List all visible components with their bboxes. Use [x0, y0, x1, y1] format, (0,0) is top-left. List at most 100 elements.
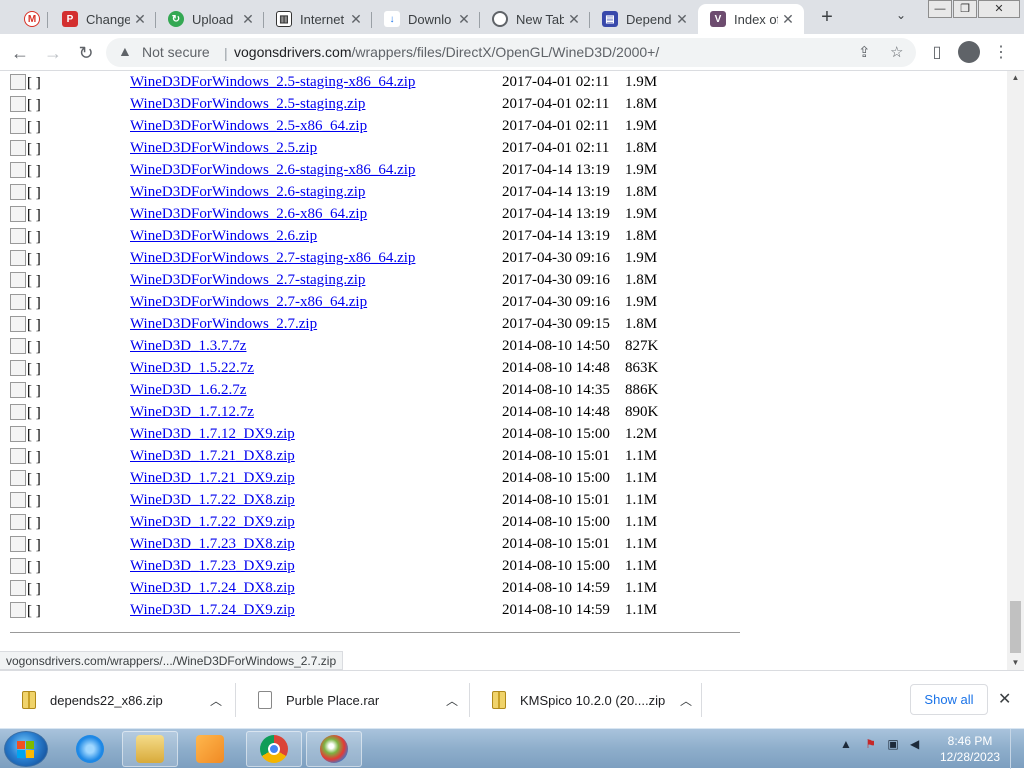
tab-upload[interactable]: ↻ Upload ✕	[156, 4, 264, 34]
close-tab-icon[interactable]: ✕	[238, 11, 258, 28]
broken-image-icon: [ ]	[10, 382, 41, 400]
internet-explorer-icon	[76, 735, 104, 763]
tab-title: Change	[86, 11, 130, 27]
file-link[interactable]: WineD3DForWindows_2.5-staging.zip	[130, 96, 365, 113]
download-item[interactable]: KMSpico 10.2.0 (20....zip ︿	[470, 671, 702, 729]
file-link[interactable]: WineD3D_1.7.24_DX8.zip	[130, 580, 295, 597]
bookmark-star-icon[interactable]: ☆	[890, 43, 903, 61]
file-link[interactable]: WineD3D_1.7.22_DX9.zip	[130, 514, 295, 531]
taskbar-file-explorer[interactable]	[122, 731, 178, 767]
forward-button[interactable]: →	[40, 40, 66, 66]
back-button[interactable]: ←	[7, 40, 33, 66]
close-tab-icon[interactable]: ✕	[346, 11, 366, 28]
url-path: /wrappers/files/DirectX/OpenGL/WineD3D/2…	[351, 44, 660, 60]
start-button[interactable]	[4, 731, 48, 767]
side-panel-icon[interactable]: ▯	[924, 40, 950, 66]
warning-icon[interactable]: ▲	[118, 43, 132, 59]
download-item[interactable]: depends22_x86.zip ︿	[0, 671, 236, 729]
file-link[interactable]: WineD3DForWindows_2.5-x86_64.zip	[130, 118, 367, 135]
tab-change[interactable]: P Change ✕	[50, 4, 156, 34]
minimize-button[interactable]: —	[928, 0, 952, 18]
close-tab-icon[interactable]: ✕	[454, 11, 474, 28]
tab-internet[interactable]: ▥ Internet ✕	[264, 4, 372, 34]
tab-gmail[interactable]: M	[12, 4, 48, 34]
file-link[interactable]: WineD3D_1.7.12.7z	[130, 404, 254, 421]
taskbar-media-player[interactable]	[182, 731, 238, 767]
file-link[interactable]: WineD3D_1.7.24_DX9.zip	[130, 602, 295, 619]
file-link[interactable]: WineD3DForWindows_2.5.zip	[130, 140, 317, 157]
security-label[interactable]: Not secure	[142, 44, 210, 60]
file-link[interactable]: WineD3DForWindows_2.5-staging-x86_64.zip	[130, 74, 415, 91]
new-tab-button[interactable]: +	[816, 6, 838, 28]
address-bar[interactable]: ▲ Not secure | vogonsdrivers.com/wrapper…	[106, 38, 916, 67]
file-link[interactable]: WineD3DForWindows_2.6-staging-x86_64.zip	[130, 162, 415, 179]
close-tab-icon[interactable]: ✕	[672, 11, 692, 28]
file-link[interactable]: WineD3D_1.7.21_DX9.zip	[130, 470, 295, 487]
tab-new-tab[interactable]: New Tab ✕	[480, 4, 590, 34]
url-text[interactable]: vogonsdrivers.com/wrappers/files/DirectX…	[234, 44, 659, 60]
taskbar-chrome[interactable]	[246, 731, 302, 767]
broken-image-alt-text: [ ]	[27, 559, 41, 575]
reload-button[interactable]: ↻	[73, 40, 99, 66]
menu-kebab-icon[interactable]: ⋮	[988, 40, 1014, 66]
file-link[interactable]: WineD3D_1.6.2.7z	[130, 382, 246, 399]
file-link[interactable]: WineD3D_1.7.23_DX9.zip	[130, 558, 295, 575]
file-row: [ ] WineD3DForWindows_2.7-staging-x86_64.…	[0, 248, 700, 270]
tab-downloads[interactable]: ↓ Downlo ✕	[372, 4, 480, 34]
scroll-down-icon[interactable]: ▼	[1007, 656, 1024, 670]
close-tab-icon[interactable]: ✕	[130, 11, 150, 28]
file-link[interactable]: WineD3D_1.7.21_DX8.zip	[130, 448, 295, 465]
clock[interactable]: 8:46 PM 12/28/2023	[940, 733, 1000, 765]
file-date: 2014-08-10 14:50	[502, 338, 610, 354]
download-item[interactable]: Purble Place.rar ︿	[236, 671, 470, 729]
broken-image-icon: [ ]	[10, 316, 41, 334]
close-window-button[interactable]: ✕	[978, 0, 1020, 18]
taskbar-paint[interactable]	[306, 731, 362, 767]
file-date: 2017-04-30 09:15	[502, 316, 610, 332]
tab-depends[interactable]: ▤ Depend ✕	[590, 4, 698, 34]
file-row: [ ] WineD3D_1.7.23_DX8.zip 2014-08-10 15:0…	[0, 534, 700, 556]
scrollbar-thumb[interactable]	[1010, 601, 1021, 653]
file-link[interactable]: WineD3DForWindows_2.6-x86_64.zip	[130, 206, 367, 223]
network-icon[interactable]: ▣	[887, 737, 898, 751]
file-link[interactable]: WineD3DForWindows_2.7-staging.zip	[130, 272, 365, 289]
file-row: [ ] WineD3D_1.5.22.7z 2014-08-10 14:48 863K	[0, 358, 700, 380]
file-link[interactable]: WineD3DForWindows_2.7.zip	[130, 316, 317, 333]
action-center-icon[interactable]: ⚑	[865, 737, 876, 751]
chevron-up-icon[interactable]: ︿	[446, 692, 458, 709]
scroll-up-icon[interactable]: ▲	[1007, 71, 1024, 85]
file-link[interactable]: WineD3DForWindows_2.6-staging.zip	[130, 184, 365, 201]
close-download-bar-icon[interactable]: ✕	[998, 689, 1011, 709]
profile-avatar[interactable]	[958, 41, 980, 63]
file-link[interactable]: WineD3D_1.7.12_DX9.zip	[130, 426, 295, 443]
file-link[interactable]: WineD3D_1.7.23_DX8.zip	[130, 536, 295, 553]
broken-image-alt-text: [ ]	[27, 207, 41, 223]
file-link[interactable]: WineD3DForWindows_2.7-staging-x86_64.zip	[130, 250, 415, 267]
file-row: [ ] WineD3DForWindows_2.6.zip 2017-04-14 1…	[0, 226, 700, 248]
broken-image-alt-text: [ ]	[27, 515, 41, 531]
maximize-button[interactable]: ❐	[953, 0, 977, 18]
taskbar-internet-explorer[interactable]	[62, 731, 118, 767]
file-link[interactable]: WineD3D_1.7.22_DX8.zip	[130, 492, 295, 509]
close-tab-icon[interactable]: ✕	[564, 11, 584, 28]
tab-index-of[interactable]: V Index of ✕	[698, 4, 804, 34]
file-link[interactable]: WineD3DForWindows_2.7-x86_64.zip	[130, 294, 367, 311]
show-all-button[interactable]: Show all	[910, 684, 988, 715]
file-size: 1.1M	[625, 448, 658, 464]
vertical-scrollbar[interactable]: ▲ ▼	[1007, 71, 1024, 670]
broken-image-icon: [ ]	[10, 580, 41, 598]
show-desktop-button[interactable]	[1010, 729, 1024, 769]
close-tab-icon[interactable]: ✕	[778, 11, 798, 28]
file-link[interactable]: WineD3D_1.3.7.7z	[130, 338, 246, 355]
file-link[interactable]: WineD3D_1.5.22.7z	[130, 360, 254, 377]
system-tray[interactable]: ▲ ⚑ ▣ ◀	[840, 737, 919, 751]
tab-title: Internet	[300, 11, 345, 27]
volume-icon[interactable]: ◀	[910, 737, 919, 751]
tab-search-chevron-icon[interactable]: ⌄	[896, 8, 906, 22]
chevron-up-icon[interactable]: ︿	[680, 692, 692, 709]
broken-image-icon: [ ]	[10, 272, 41, 290]
share-icon[interactable]: ⇪	[858, 43, 871, 61]
show-hidden-icons-icon[interactable]: ▲	[840, 737, 852, 751]
file-link[interactable]: WineD3DForWindows_2.6.zip	[130, 228, 317, 245]
chevron-up-icon[interactable]: ︿	[210, 692, 222, 709]
